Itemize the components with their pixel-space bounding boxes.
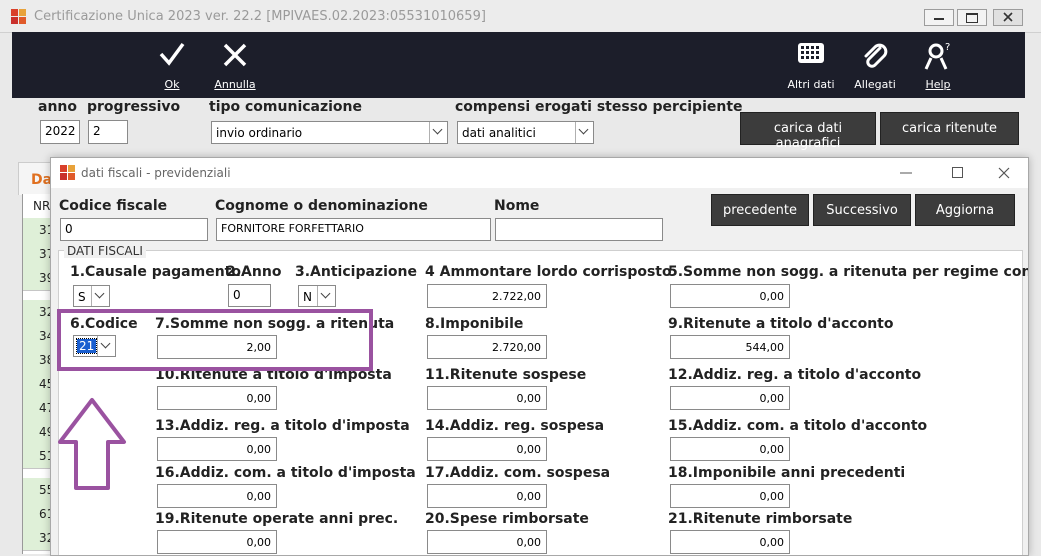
ammontare-lordo-input[interactable]: 2.722,00: [427, 284, 547, 308]
minimize-icon[interactable]: [899, 166, 913, 180]
f1-label: 1.Causale pagamento: [70, 264, 241, 280]
carica-ritenute-button[interactable]: carica ritenute: [880, 112, 1019, 145]
causale-pagamento-select[interactable]: S: [73, 285, 110, 307]
close-icon[interactable]: [997, 166, 1011, 180]
imponibile-input[interactable]: 2.720,00: [427, 335, 547, 359]
addiz-reg-sospesa-input[interactable]: 0,00: [427, 437, 547, 461]
addiz-reg-acconto-input[interactable]: 0,00: [670, 386, 790, 410]
dati-fiscali-legend: DATI FISCALI: [64, 244, 146, 258]
f9-label: 9.Ritenute a titolo d'acconto: [668, 316, 894, 332]
progressivo-label: progressivo: [87, 99, 181, 115]
successivo-button[interactable]: Successivo: [813, 194, 911, 226]
annulla-button[interactable]: Annulla: [212, 32, 258, 98]
ritenute-imposta-input[interactable]: 0,00: [157, 386, 277, 410]
paperclip-icon: [864, 43, 888, 68]
maximize-icon[interactable]: [951, 166, 965, 180]
ok-button[interactable]: Ok: [154, 32, 190, 98]
cognome-input[interactable]: FORNITORE FORFETTARIO: [216, 218, 491, 241]
nome-label: Nome: [494, 198, 540, 214]
f19-label: 19.Ritenute operate anni prec.: [155, 511, 399, 527]
somme-regime-conv-input[interactable]: 0,00: [670, 284, 790, 308]
tipo-comunicazione-select[interactable]: invio ordinario: [211, 121, 448, 144]
imponibile-anni-prec-input[interactable]: 0,00: [670, 484, 790, 508]
main-title-bar: Certificazione Unica 2023 ver. 22.2 [MPI…: [0, 0, 1041, 33]
ok-label: Ok: [164, 78, 180, 91]
addiz-com-sospesa-input[interactable]: 0,00: [427, 484, 547, 508]
codice-fiscale-input[interactable]: 0: [60, 218, 208, 241]
compensi-value: dati analitici: [462, 126, 536, 140]
toolbar: Ok Annulla Altri dati Allegati ? Help: [12, 32, 1025, 98]
highlight-box: [57, 309, 373, 371]
ritenute-sospese-input[interactable]: 0,00: [427, 386, 547, 410]
f21-label: 21.Ritenute rimborsate: [668, 511, 853, 527]
restore-button[interactable]: [957, 9, 987, 26]
ritenute-rimborsate-input[interactable]: 0,00: [670, 530, 790, 554]
precedente-button[interactable]: precedente: [711, 194, 809, 226]
arrow-up-icon: [58, 398, 126, 490]
anticipazione-value: N: [303, 290, 312, 304]
help-person-icon: ?: [924, 42, 950, 70]
ritenute-anni-prec-input[interactable]: 0,00: [157, 530, 277, 554]
f11-label: 11.Ritenute sospese: [425, 367, 587, 383]
codice-fiscale-label: Codice fiscale: [59, 198, 168, 214]
addiz-com-acconto-input[interactable]: 0,00: [670, 437, 790, 461]
f3-label: 3.Anticipazione: [295, 264, 417, 280]
help-button[interactable]: ? Help: [918, 32, 958, 98]
compensi-label: compensi erogati stesso percipiente: [455, 99, 743, 115]
spese-rimborsate-input[interactable]: 0,00: [427, 530, 547, 554]
dialog-title: dati fiscali - previdenziali: [81, 166, 231, 180]
altri-dati-button[interactable]: Altri dati: [786, 32, 836, 98]
nome-input[interactable]: [495, 218, 663, 241]
f17-label: 17.Addiz. com. sospesa: [425, 465, 611, 481]
cognome-label: Cognome o denominazione: [215, 198, 428, 214]
tipo-comunicazione-label: tipo comunicazione: [209, 99, 363, 115]
cancel-x-icon: [223, 43, 247, 67]
f15-label: 15.Addiz. com. a titolo d'acconto: [668, 418, 928, 434]
app-logo-icon: [11, 9, 27, 25]
ritenute-acconto-input[interactable]: 544,00: [670, 335, 790, 359]
chevron-down-icon: [429, 122, 447, 143]
f13-label: 13.Addiz. reg. a titolo d'imposta: [155, 418, 410, 434]
close-window-button[interactable]: [993, 9, 1023, 26]
allegati-button[interactable]: Allegati: [852, 32, 898, 98]
progressivo-input[interactable]: 2: [88, 120, 128, 144]
causale-pagamento-value: S: [78, 290, 86, 304]
f14-label: 14.Addiz. reg. sospesa: [425, 418, 605, 434]
svg-text:?: ?: [945, 42, 950, 53]
chevron-down-icon: [91, 286, 109, 306]
f5-label: 5.Somme non sogg. a ritenuta per regime …: [668, 264, 1029, 280]
f20-label: 20.Spese rimborsate: [425, 511, 589, 527]
dialog-title-bar: dati fiscali - previdenziali: [51, 158, 1028, 188]
f8-label: 8.Imponibile: [425, 316, 524, 332]
keypad-grid-icon: [798, 43, 824, 63]
addiz-reg-imposta-input[interactable]: 0,00: [157, 437, 277, 461]
anticipazione-select[interactable]: N: [298, 285, 336, 307]
anno-label: anno: [38, 99, 77, 115]
anno-input[interactable]: 2022: [40, 120, 80, 144]
f18-label: 18.Imponibile anni precedenti: [668, 465, 906, 481]
altri-dati-label: Altri dati: [787, 78, 835, 91]
f12-label: 12.Addiz. reg. a titolo d'acconto: [668, 367, 922, 383]
anno-field[interactable]: 0: [228, 284, 271, 307]
f4-label: 4 Ammontare lordo corrisposto: [425, 264, 672, 280]
allegati-label: Allegati: [854, 78, 896, 91]
chevron-down-icon: [575, 122, 593, 143]
checkmark-icon: [159, 42, 185, 66]
aggiorna-button[interactable]: Aggiorna: [915, 194, 1015, 226]
chevron-down-icon: [317, 286, 335, 306]
f16-label: 16.Addiz. com. a titolo d'imposta: [155, 465, 416, 481]
app-logo-icon: [60, 165, 76, 181]
window-title: Certificazione Unica 2023 ver. 22.2 [MPI…: [34, 9, 486, 24]
close-icon: [1003, 12, 1013, 22]
addiz-com-imposta-input[interactable]: 0,00: [157, 484, 277, 508]
compensi-select[interactable]: dati analitici: [457, 121, 594, 144]
minimize-button[interactable]: [924, 9, 954, 26]
annulla-label: Annulla: [214, 78, 256, 91]
carica-dati-anagrafici-button[interactable]: carica dati anagrafici: [740, 112, 876, 151]
help-label: Help: [925, 78, 951, 91]
f2-label: 2.Anno: [226, 264, 282, 280]
tipo-comunicazione-value: invio ordinario: [216, 126, 303, 140]
